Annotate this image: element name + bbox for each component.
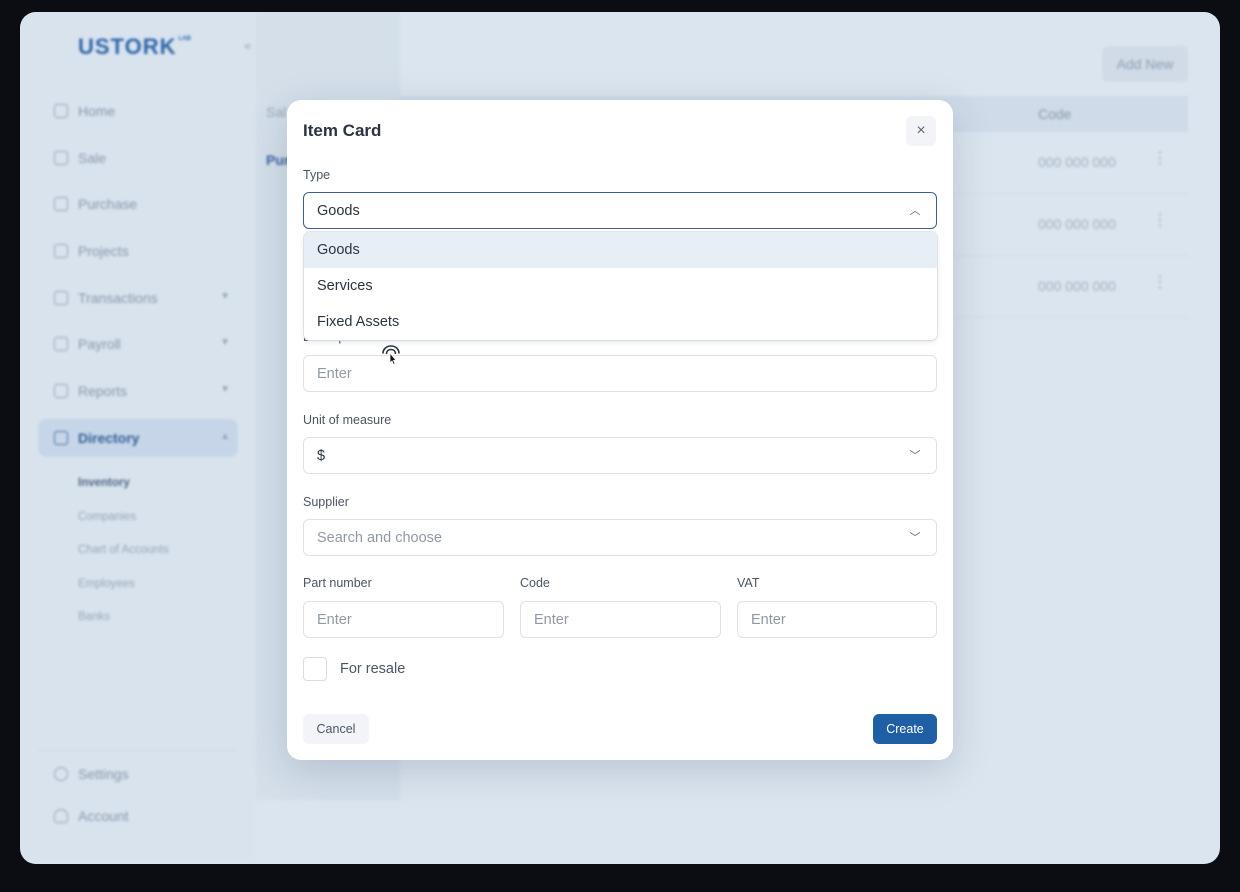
- code-input[interactable]: Enter: [520, 601, 721, 638]
- sidebar: USTORK LAB « Home Sale Purchase Projects…: [20, 12, 256, 864]
- subnav-item-companies[interactable]: Companies: [78, 506, 169, 540]
- cell-code: 000 000 000: [1038, 216, 1116, 232]
- sidebar-item-label: Projects: [78, 243, 129, 260]
- sidebar-item-label: Sale: [78, 149, 107, 166]
- chevron-down-icon: ▼: [220, 290, 230, 302]
- code-label: Code: [520, 576, 550, 590]
- sidebar-item-label: Directory: [78, 429, 140, 446]
- option-fixed-assets[interactable]: Fixed Assets: [304, 304, 937, 340]
- chevron-down-icon: ▼: [220, 337, 230, 349]
- type-select-value: Goods: [317, 202, 360, 219]
- create-button[interactable]: Create: [873, 714, 937, 744]
- vat-input[interactable]: Enter: [737, 601, 937, 638]
- logo-sup: LAB: [178, 36, 191, 42]
- table-link-partial[interactable]: Pur: [266, 152, 289, 168]
- sidebar-item-label: Payroll: [78, 336, 121, 353]
- supplier-placeholder: Search and choose: [317, 529, 442, 546]
- add-new-button[interactable]: Add New: [1102, 46, 1188, 82]
- directory-icon: [54, 430, 68, 445]
- sidebar-item-projects[interactable]: Projects: [38, 232, 238, 270]
- for-resale-label: For resale: [340, 661, 406, 677]
- sidebar-item-payroll[interactable]: Payroll ▼: [38, 325, 238, 363]
- chevron-up-icon: ︿: [909, 205, 921, 217]
- cell-code: 000 000 000: [1038, 154, 1116, 170]
- sidebar-item-label: Transactions: [78, 289, 158, 306]
- part-number-placeholder: Enter: [317, 611, 352, 628]
- close-button[interactable]: ×: [906, 116, 936, 146]
- more-options-icon[interactable]: ⋮: [1152, 151, 1168, 167]
- sidebar-item-sale[interactable]: Sale: [38, 139, 238, 177]
- sidebar-item-label: Account: [78, 808, 129, 824]
- unit-select[interactable]: $ ﹀: [303, 437, 937, 474]
- close-icon: ×: [916, 122, 926, 139]
- cart-icon: [54, 197, 68, 212]
- type-label: Type: [303, 168, 331, 182]
- subnav-item-inventory[interactable]: Inventory: [78, 472, 169, 506]
- sidebar-item-transactions[interactable]: Transactions ▼: [38, 279, 238, 317]
- collapse-sidebar-icon[interactable]: «: [244, 38, 251, 53]
- subnav-item-chart-of-accounts[interactable]: Chart of Accounts: [78, 539, 169, 573]
- report-icon: [54, 384, 68, 399]
- sidebar-item-account[interactable]: Account: [38, 797, 238, 835]
- column-header-partial: Sal: [266, 104, 287, 120]
- sidebar-item-directory[interactable]: Directory ▲: [38, 418, 238, 457]
- logo: USTORK LAB: [78, 34, 191, 60]
- code-placeholder: Enter: [534, 611, 569, 628]
- unit-select-value: $: [317, 447, 326, 464]
- sidebar-item-label: Purchase: [78, 196, 138, 213]
- sidebar-item-label: Reports: [78, 383, 128, 400]
- column-header-code: Code: [1038, 106, 1072, 122]
- part-number-label: Part number: [303, 576, 372, 590]
- coin-icon: [54, 337, 68, 352]
- supplier-label: Supplier: [303, 495, 349, 509]
- chevron-down-icon: ﹀: [909, 450, 921, 462]
- sidebar-item-label: Home: [78, 103, 116, 119]
- logo-text: USTORK: [78, 34, 177, 59]
- hand-cursor-icon: [382, 345, 400, 366]
- description-placeholder: Enter: [317, 365, 352, 382]
- chevron-down-icon: ▼: [220, 384, 230, 396]
- item-card-modal: Item Card × Type Goods ︿ Goods Services …: [287, 100, 953, 760]
- part-number-input[interactable]: Enter: [303, 601, 504, 638]
- chevron-up-icon: ▲: [220, 430, 230, 442]
- document-icon: [54, 244, 68, 259]
- sidebar-nav: Home Sale Purchase Projects Transactions: [38, 92, 238, 466]
- user-icon: [54, 809, 68, 823]
- directory-subnav: Inventory Companies Chart of Accounts Em…: [78, 472, 169, 640]
- type-select[interactable]: Goods ︿: [303, 192, 937, 229]
- sidebar-item-reports[interactable]: Reports ▼: [38, 372, 238, 410]
- option-services[interactable]: Services: [304, 268, 937, 304]
- unit-label: Unit of measure: [303, 413, 392, 427]
- card-icon: [54, 290, 68, 305]
- chevron-down-icon: ﹀: [909, 532, 921, 544]
- subnav-item-employees[interactable]: Employees: [78, 573, 169, 607]
- vat-placeholder: Enter: [751, 611, 786, 628]
- sidebar-item-home[interactable]: Home: [38, 92, 238, 130]
- sidebar-item-purchase[interactable]: Purchase: [38, 185, 238, 223]
- option-goods[interactable]: Goods: [304, 232, 937, 268]
- home-icon: [54, 104, 68, 118]
- modal-title: Item Card: [303, 121, 382, 140]
- for-resale-checkbox[interactable]: [303, 657, 327, 681]
- type-dropdown: Goods Services Fixed Assets: [304, 232, 937, 340]
- supplier-select[interactable]: Search and choose ﹀: [303, 519, 937, 556]
- subnav-item-banks[interactable]: Banks: [78, 606, 169, 640]
- sidebar-item-settings[interactable]: Settings: [38, 755, 238, 793]
- cell-code: 000 000 000: [1038, 278, 1116, 294]
- more-options-icon[interactable]: ⋮: [1152, 275, 1168, 291]
- cancel-button[interactable]: Cancel: [303, 714, 369, 744]
- more-options-icon[interactable]: ⋮: [1152, 213, 1168, 229]
- sidebar-item-label: Settings: [78, 766, 129, 782]
- gear-icon: [54, 767, 68, 781]
- vat-label: VAT: [737, 576, 760, 590]
- sidebar-bottom: Settings Account: [38, 750, 238, 837]
- receipt-icon: [54, 150, 68, 165]
